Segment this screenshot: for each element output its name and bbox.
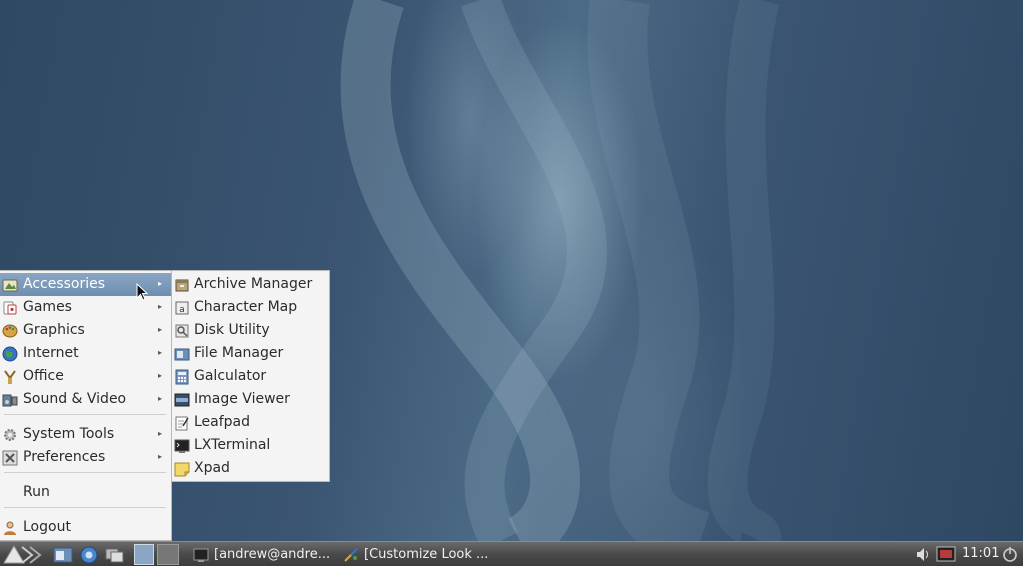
menu-item-label: Logout [23, 519, 71, 535]
submenu-arrow-icon: ▸ [158, 452, 163, 461]
web-browser-launcher-icon[interactable] [78, 544, 100, 565]
archive-manager-icon [175, 279, 189, 292]
leafpad-icon [175, 416, 189, 431]
games-icon [3, 301, 17, 315]
submenu-item-leafpad[interactable]: Leafpad [172, 411, 329, 434]
menu-item-logout[interactable]: Logout [0, 516, 171, 539]
file-manager-icon [174, 348, 190, 361]
taskbar-task-label: [andrew@andre... [214, 547, 331, 562]
disk-utility-icon [175, 324, 189, 338]
submenu-item-galculator[interactable]: Galculator [172, 365, 329, 388]
menu-item-label: Graphics [23, 322, 85, 338]
submenu-item-image-viewer[interactable]: Image Viewer [172, 388, 329, 411]
internet-icon [2, 346, 18, 362]
submenu-arrow-icon: ▸ [158, 302, 163, 311]
submenu-item-disk-utility[interactable]: Disk Utility [172, 319, 329, 342]
xpad-icon [174, 462, 190, 477]
menu-item-label: Internet [23, 345, 79, 361]
submenu-item-archive-manager[interactable]: Archive Manager [172, 273, 329, 296]
terminal-icon [174, 439, 190, 453]
menu-item-run[interactable]: Run [0, 481, 171, 504]
submenu-item-label: Archive Manager [194, 276, 313, 292]
customize-icon [344, 547, 358, 562]
menu-item-graphics[interactable]: Graphics ▸ [0, 319, 171, 342]
menu-item-office[interactable]: Office ▸ [0, 365, 171, 388]
menu-item-system-tools[interactable]: System Tools ▸ [0, 423, 171, 446]
submenu-item-character-map[interactable]: a Character Map [172, 296, 329, 319]
clock[interactable]: 11:01 [962, 546, 999, 561]
submenu-arrow-icon: ▸ [158, 279, 163, 288]
menu-separator [4, 472, 166, 473]
workspace-1-button[interactable] [134, 544, 154, 565]
character-map-icon: a [175, 301, 189, 315]
submenu-item-lxterminal[interactable]: LXTerminal [172, 434, 329, 457]
menu-item-label: Accessories [23, 276, 106, 292]
taskbar-task-label: [Customize Look ... [364, 547, 489, 562]
svg-text:a: a [179, 305, 185, 315]
taskbar: [andrew@andre... [Customize Look ... 11:… [0, 541, 1023, 566]
menu-separator [4, 414, 166, 415]
submenu-arrow-icon: ▸ [158, 371, 163, 380]
accessories-icon [2, 279, 18, 292]
start-menu-icon[interactable] [2, 543, 42, 566]
submenu-arrow-icon: ▸ [158, 348, 163, 357]
menu-item-label: Sound & Video [23, 391, 127, 407]
submenu-item-label: Galculator [194, 368, 267, 384]
image-viewer-icon [174, 393, 190, 407]
submenu-item-label: LXTerminal [194, 437, 271, 453]
submenu-item-label: Leafpad [194, 414, 251, 430]
menu-item-label: Office [23, 368, 64, 384]
show-desktop-icon[interactable] [104, 544, 126, 565]
menu-item-label: Games [23, 299, 72, 315]
power-icon[interactable] [1000, 544, 1020, 565]
menu-item-label: System Tools [23, 426, 115, 442]
menu-item-sound-video[interactable]: Sound & Video ▸ [0, 388, 171, 411]
volume-icon[interactable] [914, 544, 934, 565]
terminal-icon [193, 548, 209, 562]
network-status-icon[interactable] [935, 544, 957, 565]
workspace-2-button[interactable] [157, 544, 179, 565]
submenu-item-label: File Manager [194, 345, 284, 361]
logout-icon [4, 521, 16, 535]
menu-item-preferences[interactable]: Preferences ▸ [0, 446, 171, 469]
calculator-icon [175, 369, 189, 385]
submenu-item-label: Xpad [194, 460, 230, 476]
submenu-arrow-icon: ▸ [158, 394, 163, 403]
graphics-icon [2, 324, 18, 338]
sound-video-icon [2, 394, 18, 407]
submenu-item-label: Disk Utility [194, 322, 270, 338]
submenu-arrow-icon: ▸ [158, 429, 163, 438]
submenu-item-xpad[interactable]: Xpad [172, 457, 329, 480]
taskbar-task-customize-look[interactable]: [Customize Look ... [342, 543, 502, 566]
menu-item-label: Run [23, 484, 50, 500]
file-manager-launcher-icon[interactable] [52, 544, 74, 565]
system-tools-icon [4, 429, 16, 441]
main-menu: Accessories ▸ Games ▸ Graphics ▸ Interne… [0, 270, 172, 541]
accessories-submenu: Archive Manager a Character Map Disk Uti… [171, 270, 330, 482]
submenu-item-label: Image Viewer [194, 391, 290, 407]
taskbar-task-terminal[interactable]: [andrew@andre... [192, 543, 338, 566]
menu-separator [4, 507, 166, 508]
office-icon [4, 370, 16, 384]
submenu-item-file-manager[interactable]: File Manager [172, 342, 329, 365]
submenu-arrow-icon: ▸ [158, 325, 163, 334]
menu-item-label: Preferences [23, 449, 106, 465]
submenu-item-label: Character Map [194, 299, 298, 315]
preferences-icon [2, 450, 18, 466]
mouse-pointer-icon [136, 283, 148, 301]
menu-item-internet[interactable]: Internet ▸ [0, 342, 171, 365]
